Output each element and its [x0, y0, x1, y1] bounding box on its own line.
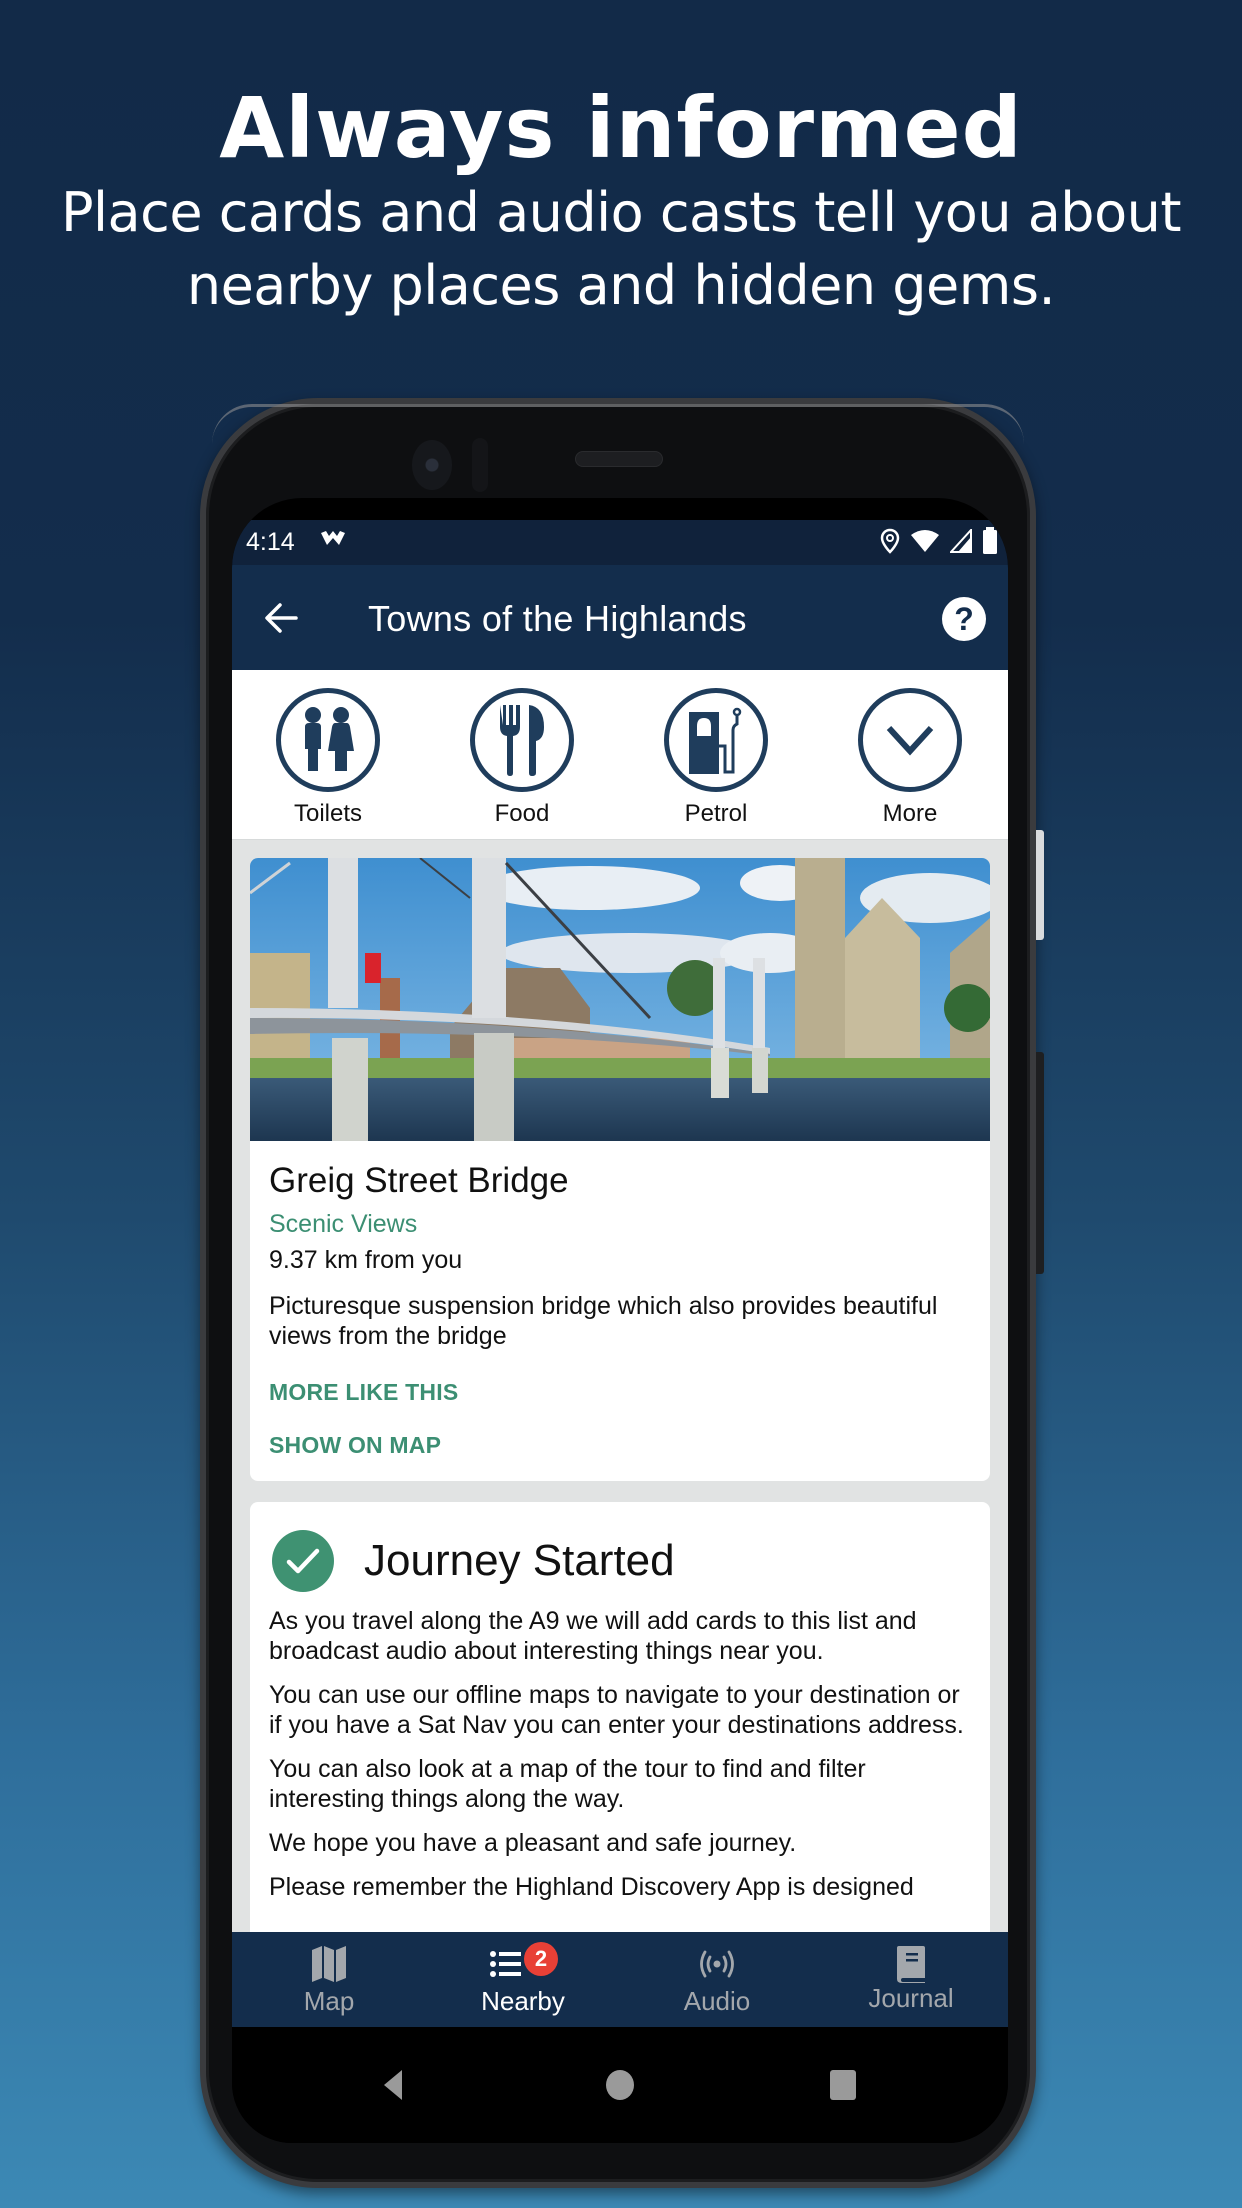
nearby-list[interactable]: Toilets Food Petrol More Greig Street Br… — [232, 670, 1008, 1932]
place-distance: 9.37 km from you — [269, 1246, 463, 1274]
map-icon — [312, 1946, 346, 1982]
nav-label: Nearby — [481, 1986, 565, 2016]
category-more[interactable]: More — [850, 688, 970, 828]
nav-label: Audio — [683, 1986, 751, 2016]
promo-subtitle-line-2: nearby places and hidden gems. — [186, 254, 1056, 317]
help-button[interactable]: ? — [942, 597, 986, 641]
journey-paragraph: We hope you have a pleasant and safe jou… — [269, 1829, 797, 1857]
status-bar: 4:14 — [232, 520, 1008, 565]
journey-body: As you travel along the A9 we will add c… — [269, 1606, 979, 1916]
place-name: Greig Street Bridge — [269, 1161, 569, 1200]
arrow-left-icon — [265, 603, 298, 633]
category-toilets[interactable]: Toilets — [268, 688, 388, 828]
category-petrol[interactable]: Petrol — [656, 688, 776, 828]
nav-tab-journal[interactable]: Journal — [814, 1932, 1008, 2027]
location-icon — [880, 528, 900, 559]
toilets-icon — [276, 688, 380, 792]
phone-screen: 4:14 Towns of the Highlands ? Toilets Fo… — [232, 498, 1008, 2143]
nav-tab-map[interactable]: Map — [232, 1932, 426, 2027]
list-icon — [490, 1951, 521, 1977]
bottom-navigation: Map 2 Nearby Audio Journal — [232, 1932, 1008, 2027]
battery-icon — [982, 527, 998, 560]
journey-title: Journey Started — [364, 1536, 675, 1585]
more-like-this-button[interactable]: MORE LIKE THIS — [269, 1379, 971, 1406]
food-icon — [470, 688, 574, 792]
promo-subtitle-line-1: Place cards and audio casts tell you abo… — [60, 181, 1182, 244]
system-navigation-bar — [232, 2027, 1008, 2143]
status-time: 4:14 — [246, 528, 295, 556]
nav-label: Map — [303, 1986, 355, 2016]
volume-button — [1036, 1052, 1044, 1274]
nearby-count-badge: 2 — [524, 1942, 558, 1976]
place-description: Picturesque suspension bridge which also… — [269, 1292, 938, 1350]
journey-paragraph: You can also look at a map of the tour t… — [269, 1755, 866, 1813]
category-label: Toilets — [293, 800, 363, 827]
earpiece-speaker — [575, 451, 663, 467]
petrol-icon — [664, 688, 768, 792]
proximity-sensor — [472, 438, 488, 492]
wifi-icon — [910, 529, 940, 558]
check-circle-icon — [272, 1530, 334, 1592]
category-food[interactable]: Food — [462, 688, 582, 828]
app-notification-icon — [320, 530, 346, 553]
help-icon: ? — [954, 600, 974, 637]
show-on-map-button[interactable]: SHOW ON MAP — [269, 1432, 971, 1459]
chevron-down-icon — [858, 688, 962, 792]
power-button — [1036, 830, 1044, 940]
page-title: Towns of the Highlands — [368, 598, 747, 639]
system-recents-button[interactable] — [829, 2069, 857, 2101]
front-camera — [412, 440, 452, 490]
status-icons — [880, 527, 998, 560]
nav-label: Journal — [868, 1983, 954, 2013]
journey-paragraph: Please remember the Highland Discovery A… — [269, 1873, 914, 1901]
category-label: More — [882, 800, 938, 827]
category-filter-row: Toilets Food Petrol More — [232, 670, 1008, 840]
journey-paragraph: You can use our offline maps to navigate… — [269, 1681, 964, 1739]
system-back-button[interactable] — [382, 2069, 404, 2101]
promo-subtitle: Place cards and audio casts tell you abo… — [60, 176, 1182, 322]
place-category: Scenic Views — [269, 1210, 418, 1238]
nav-tab-nearby[interactable]: 2 Nearby — [426, 1932, 620, 2027]
journey-card-header: Journey Started — [272, 1530, 675, 1592]
back-button[interactable] — [262, 598, 302, 638]
promo-title: Always informed — [219, 79, 1023, 177]
journey-started-card: Journey Started As you travel along the … — [250, 1502, 990, 1932]
broadcast-icon — [700, 1950, 734, 1978]
place-card-body: Greig Street Bridge Scenic Views 9.37 km… — [250, 1141, 990, 1459]
phone-sheen — [212, 404, 1024, 444]
signal-icon — [948, 527, 972, 558]
category-label: Petrol — [684, 800, 748, 827]
book-icon — [897, 1946, 925, 1983]
app-bar: Towns of the Highlands ? — [232, 565, 1008, 670]
place-card[interactable]: Greig Street Bridge Scenic Views 9.37 km… — [250, 858, 990, 1481]
system-home-button[interactable] — [605, 2069, 635, 2101]
place-image[interactable] — [250, 858, 990, 1141]
journey-paragraph: As you travel along the A9 we will add c… — [269, 1607, 917, 1665]
category-label: Food — [494, 800, 550, 827]
nav-tab-audio[interactable]: Audio — [620, 1932, 814, 2027]
